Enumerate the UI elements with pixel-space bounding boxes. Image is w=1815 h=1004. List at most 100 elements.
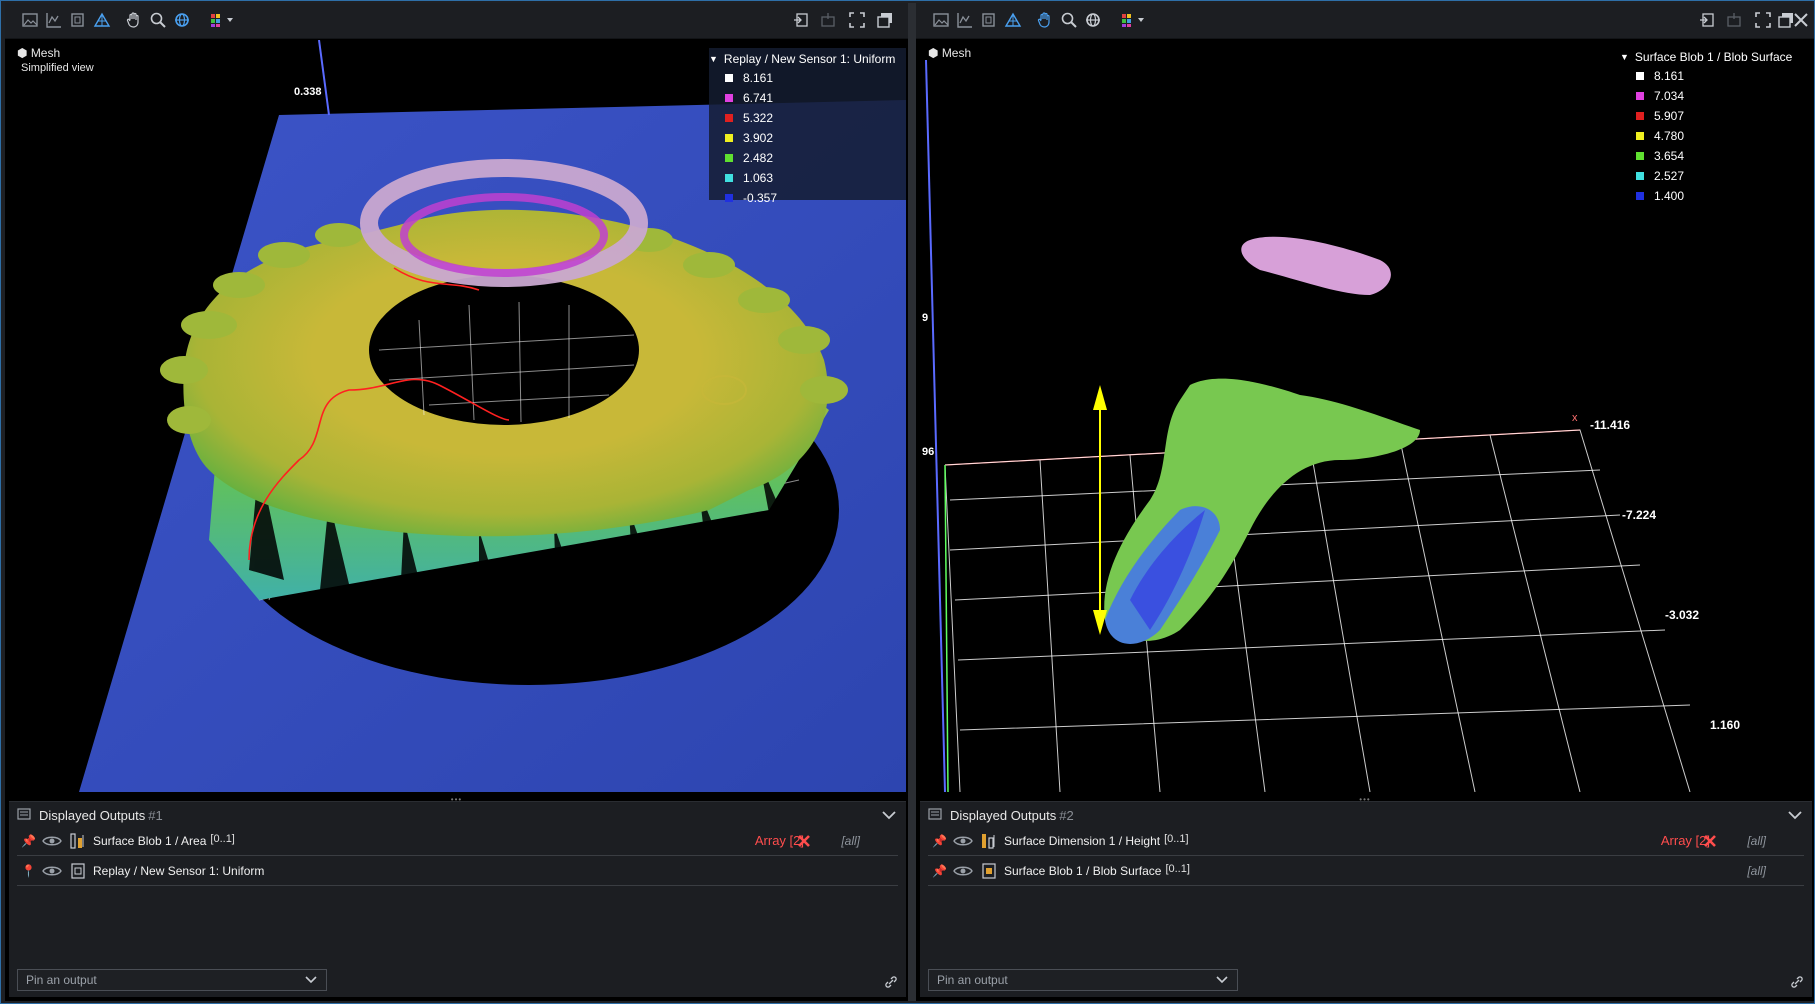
pin-output-dropdown[interactable]: Pin an output [928,969,1238,991]
legend-entry: 2.482 [709,148,906,168]
remove-icon[interactable] [796,833,812,849]
legend-entry: 4.780 [1620,126,1810,146]
viewer-toolbar-2 [916,3,1814,39]
output-range: [0..1] [210,832,235,845]
legend-value: 2.527 [1654,169,1685,183]
mesh-icon[interactable] [1002,9,1024,31]
legend-swatch [725,114,733,122]
pin-icon[interactable]: 📌 [21,834,36,848]
pan-hand-icon[interactable] [123,9,145,31]
colormap-icon[interactable] [1118,9,1152,31]
axis-value-top: 0.338 [294,86,322,98]
link-icon[interactable] [1790,975,1804,989]
legend-entry: 6.741 [709,88,906,108]
remove-icon[interactable] [1702,833,1718,849]
fit-icon[interactable] [817,9,839,31]
pin-output-placeholder: Pin an output [26,973,97,987]
collapse-triangle-icon: ▼ [1620,52,1629,62]
legend-swatch [1636,92,1644,100]
float-window-icon[interactable] [874,9,896,31]
mesh-icon[interactable] [91,9,113,31]
eye-icon[interactable] [952,864,974,878]
legend-value: 4.780 [1654,129,1685,143]
profile-icon[interactable] [43,9,65,31]
depth-icon[interactable] [67,9,89,31]
zoom-icon[interactable] [147,9,169,31]
depth-icon[interactable] [978,9,1000,31]
all-filter[interactable]: [all] [1747,864,1766,878]
output-row[interactable]: 📌 Surface Dimension 1 / Height [0..1] Arr… [928,826,1804,856]
legend-swatch [1636,152,1644,160]
eye-icon[interactable] [41,864,63,878]
view-mode-label: ⬢ Mesh [17,46,61,60]
output-range: [0..1] [1165,862,1190,875]
legend-entry: 1.063 [709,168,906,188]
x-axis-letter: x [1572,412,1578,424]
legend-value: 5.322 [743,111,774,125]
image-icon[interactable] [930,9,952,31]
image-icon[interactable] [19,9,41,31]
output-label: Surface Blob 1 / Blob Surface [1004,863,1162,878]
legend-entry: 3.902 [709,128,906,148]
close-icon[interactable] [1791,9,1811,31]
sync-view-icon[interactable] [1696,9,1718,31]
rotate-icon[interactable] [1082,9,1104,31]
legend-entry: -0.357 [709,188,906,208]
simplified-view-label: Simplified view [21,62,94,74]
output-row[interactable]: 📌 Surface Blob 1 / Blob Surface [0..1] [a… [928,856,1804,886]
legend-swatch [725,74,733,82]
pin-icon[interactable]: 📌 [932,864,947,878]
zoom-icon[interactable] [1058,9,1080,31]
sync-view-icon[interactable] [790,9,812,31]
pane-splitter[interactable] [908,3,916,1001]
legend-swatch [725,194,733,202]
output-row[interactable]: 📌 Surface Blob 1 / Area [0..1] Array [2] … [17,826,898,856]
fit-icon[interactable] [1723,9,1745,31]
colormap-icon[interactable] [207,9,241,31]
profile-icon[interactable] [954,9,976,31]
fullscreen-icon[interactable] [1752,9,1774,31]
link-icon[interactable] [884,975,898,989]
legend-title-row[interactable]: ▼ Replay / New Sensor 1: Uniform [709,50,906,68]
legend-swatch [1636,112,1644,120]
legend-swatch [1636,192,1644,200]
measurement-tool-icon [70,832,84,849]
3d-view-2[interactable]: ⬢ Mesh 9 96 x -11.416 -7.224 -3.032 1.16… [920,40,1812,792]
legend-value: 2.482 [743,151,774,165]
axis-tick-label: -7.224 [1622,508,1657,522]
axis-tick-label: 1.160 [1710,718,1741,732]
fullscreen-icon[interactable] [846,9,868,31]
color-legend-2: ▼ Surface Blob 1 / Blob Surface 8.161 7.03… [1620,48,1810,203]
pin-icon[interactable]: 📌 [932,834,947,848]
rotate-icon[interactable] [171,9,193,31]
3d-view-1[interactable]: ⬢ Mesh Simplified view 0.338 ▼ Replay / N… [9,40,906,792]
legend-swatch [1636,132,1644,140]
pan-hand-icon[interactable] [1034,9,1056,31]
legend-entry: 5.322 [709,108,906,128]
outputs-list-icon [928,808,942,820]
output-row[interactable]: 📍 Replay / New Sensor 1: Uniform [17,856,898,886]
legend-entry: 8.161 [709,68,906,88]
pin-output-dropdown[interactable]: Pin an output [17,969,327,991]
legend-title-row[interactable]: ▼ Surface Blob 1 / Blob Surface [1620,48,1810,66]
blob-surface-icon [982,862,996,879]
pin-output-placeholder: Pin an output [937,973,1008,987]
mesh-label: Mesh [941,46,972,60]
chevron-down-icon [305,976,317,984]
legend-swatch [725,94,733,102]
axis-tick-label: -11.416 [1590,418,1631,432]
outputs-header: Displayed Outputs #2 [920,802,1812,828]
collapse-chevron-icon[interactable] [1786,806,1804,824]
unpinned-icon[interactable]: 📍 [21,864,36,878]
all-filter[interactable]: [all] [1747,834,1766,848]
output-range: [0..1] [1164,832,1189,845]
mesh-label: Mesh [30,46,61,60]
legend-swatch [725,154,733,162]
outputs-list-icon [17,808,31,820]
eye-icon[interactable] [952,834,974,848]
eye-icon[interactable] [41,834,63,848]
legend-swatch [725,174,733,182]
collapse-chevron-icon[interactable] [880,806,898,824]
all-filter[interactable]: [all] [841,834,860,848]
outputs-header: Displayed Outputs #1 [9,802,906,828]
